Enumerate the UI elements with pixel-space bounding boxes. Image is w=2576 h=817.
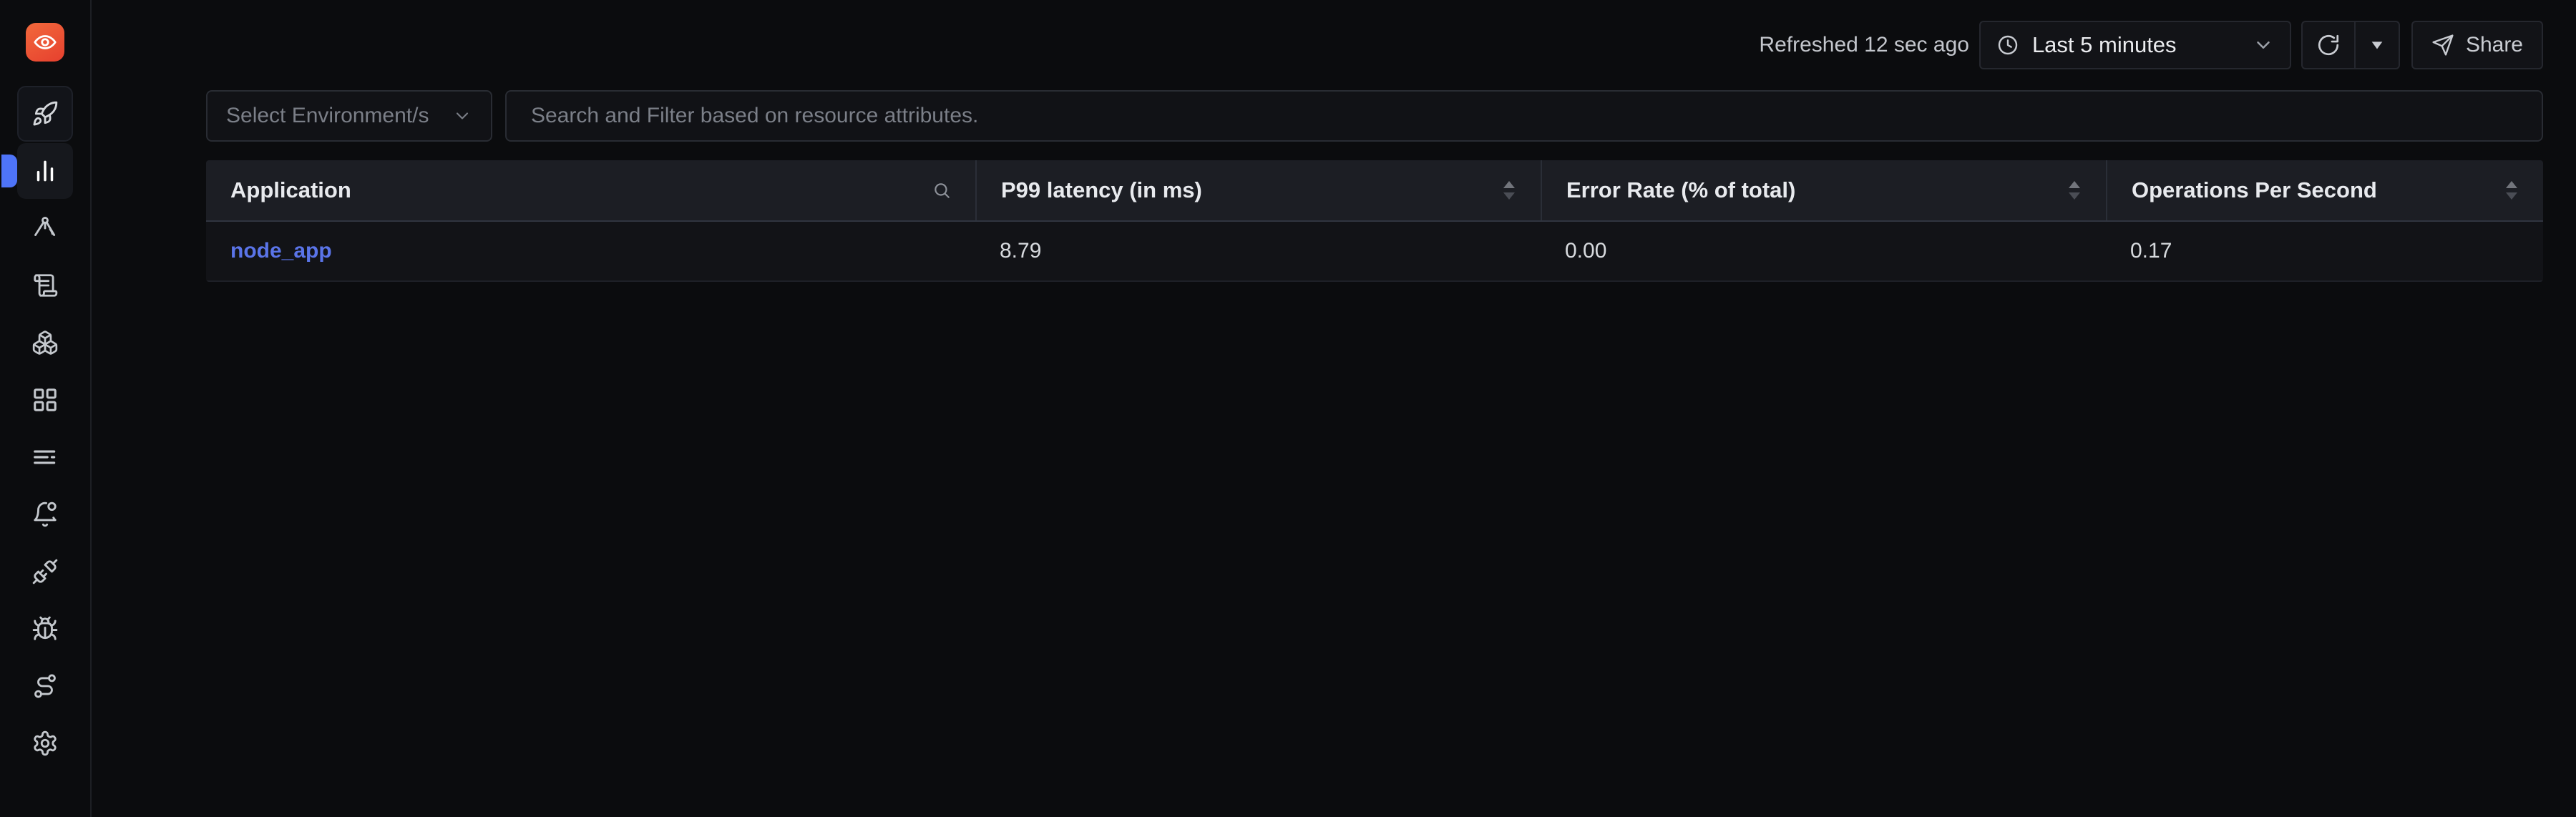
sidebar-item-exceptions[interactable] [17, 544, 73, 600]
sidebar-item-issues[interactable] [17, 601, 73, 657]
sidebar-item-get-started[interactable] [17, 86, 73, 142]
compass-icon [34, 217, 56, 236]
sidebar-item-alerts[interactable] [17, 486, 73, 542]
rocket-icon [33, 101, 58, 126]
app-logo[interactable] [26, 23, 64, 62]
resource-search-input[interactable]: Search and Filter based on resource attr… [505, 90, 2543, 142]
sort-icon[interactable] [1502, 180, 1516, 200]
route-icon [34, 674, 56, 698]
share-label: Share [2465, 33, 2523, 57]
refresh-interval-dropdown[interactable] [2353, 21, 2400, 69]
column-header-label: Error Rate (% of total) [1566, 177, 1796, 202]
main-content: Refreshed 12 sec ago Last 5 minutes Shar… [92, 0, 2576, 817]
boxes-icon [32, 331, 58, 355]
environment-select[interactable]: Select Environment/s [206, 90, 492, 142]
bug-icon [32, 616, 58, 640]
sidebar-item-service-map[interactable] [17, 658, 73, 714]
eye-logo-icon [34, 35, 57, 49]
refreshed-status: Refreshed 12 sec ago [1759, 33, 1969, 57]
search-icon[interactable] [932, 181, 951, 200]
services-table: Application P99 latency (in ms) Error Ra… [206, 160, 2543, 282]
column-header-label: P99 latency (in ms) [1001, 177, 1202, 202]
chevron-down-icon [456, 112, 469, 119]
clock-icon [1998, 35, 2018, 55]
sidebar [0, 0, 92, 817]
sidebar-item-logs[interactable] [17, 258, 73, 313]
sort-icon[interactable] [2504, 180, 2519, 200]
bar-chart-icon [36, 160, 54, 182]
app-root: Refreshed 12 sec ago Last 5 minutes Shar… [0, 0, 2576, 817]
scroll-icon [34, 274, 58, 297]
environment-select-placeholder: Select Environment/s [226, 104, 429, 127]
chevron-down-icon[interactable] [2253, 34, 2274, 56]
time-range-picker[interactable]: Last 5 minutes [1979, 21, 2291, 69]
sort-icon[interactable] [2067, 180, 2082, 200]
cell-p99-latency: 8.79 [1000, 239, 1042, 263]
sidebar-item-traces[interactable] [17, 200, 73, 256]
align-left-icon [34, 450, 56, 464]
table-body: node_app 8.79 0.00 0.17 [206, 222, 2543, 282]
refresh-button[interactable] [2301, 21, 2354, 69]
resource-search-placeholder: Search and Filter based on resource attr… [531, 104, 979, 127]
column-header-p99-latency[interactable]: P99 latency (in ms) [975, 160, 1541, 220]
sidebar-item-infrastructure-monitoring[interactable] [17, 315, 73, 371]
column-header-operations-per-second[interactable]: Operations Per Second [2106, 160, 2543, 220]
refresh-cw-icon [2318, 34, 2339, 56]
topbar: Refreshed 12 sec ago Last 5 minutes Shar… [92, 0, 2576, 90]
sidebar-item-messaging-queues[interactable] [17, 429, 73, 485]
caret-down-icon [2371, 41, 2383, 49]
sidebar-item-settings[interactable] [17, 715, 73, 771]
column-header-label: Operations Per Second [2132, 177, 2377, 202]
table-header-row: Application P99 latency (in ms) Error Ra… [206, 160, 2543, 222]
column-header-label: Application [230, 177, 351, 202]
column-header-application[interactable]: Application [206, 160, 975, 220]
send-icon [2432, 34, 2454, 56]
layout-grid-icon [34, 388, 57, 411]
sidebar-item-dashboards[interactable] [17, 372, 73, 428]
bell-dot-icon [34, 502, 57, 527]
time-range-label: Last 5 minutes [2031, 32, 2177, 57]
settings-gear-icon [34, 730, 57, 756]
refresh-button-group [2301, 21, 2400, 69]
cell-application[interactable]: node_app [206, 222, 975, 280]
table-row[interactable]: node_app 8.79 0.00 0.17 [206, 222, 2543, 282]
cell-operations-per-second: 0.17 [2130, 239, 2172, 263]
filter-bar: Select Environment/s Search and Filter b… [92, 90, 2576, 142]
cell-error-rate: 0.00 [1565, 239, 1607, 263]
share-button[interactable]: Share [2411, 21, 2543, 69]
sidebar-item-services[interactable] [1, 143, 73, 199]
unplug-icon [32, 559, 58, 584]
column-header-error-rate[interactable]: Error Rate (% of total) [1541, 160, 2106, 220]
